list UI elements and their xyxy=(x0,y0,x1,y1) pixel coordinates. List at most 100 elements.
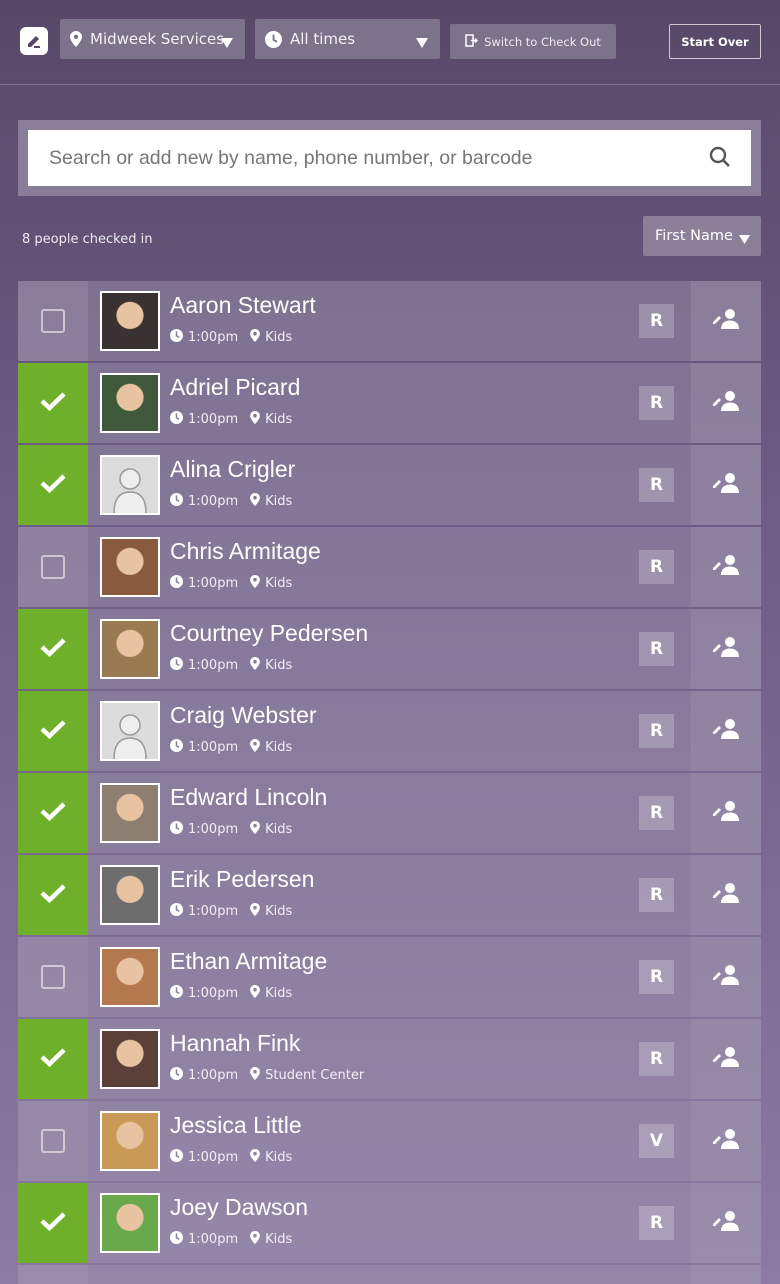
service-select[interactable]: Midweek Services xyxy=(60,19,245,59)
person-info[interactable]: Joey Dawson 1:00pm Kids R xyxy=(90,1183,689,1263)
person-meta: 1:00pm Kids xyxy=(170,575,292,592)
person-row[interactable]: Alina Crigler 1:00pm Kids R xyxy=(18,445,761,525)
check-in-checkbox[interactable] xyxy=(18,527,88,607)
person-info[interactable]: Erik Pedersen 1:00pm Kids R xyxy=(90,855,689,935)
person-info[interactable]: Chris Armitage 1:00pm Kids R xyxy=(90,527,689,607)
edit-person-icon xyxy=(712,472,740,498)
avatar xyxy=(100,701,160,761)
edit-person-button[interactable] xyxy=(691,1019,761,1099)
search-input[interactable] xyxy=(49,146,689,170)
check-in-checkbox[interactable] xyxy=(18,1183,88,1263)
check-in-checkbox[interactable] xyxy=(18,1265,88,1284)
person-row[interactable]: Adriel Picard 1:00pm Kids R xyxy=(18,363,761,443)
avatar xyxy=(100,1111,160,1171)
check-in-time: 1:00pm xyxy=(188,494,239,509)
check-in-checkbox[interactable] xyxy=(18,363,88,443)
edit-person-icon xyxy=(712,1128,740,1154)
person-info[interactable]: Ethan Armitage 1:00pm Kids R xyxy=(90,937,689,1017)
edit-person-button[interactable] xyxy=(691,527,761,607)
checked-in-count: 8 people checked in xyxy=(22,232,153,247)
person-row[interactable]: Hannah Fink 1:00pm Student Center R xyxy=(18,1019,761,1099)
check-in-checkbox[interactable] xyxy=(18,1101,88,1181)
check-in-checkbox[interactable] xyxy=(18,609,88,689)
check-in-checkbox[interactable] xyxy=(18,445,88,525)
location-pin-icon xyxy=(250,985,265,1002)
person-info[interactable]: Aaron Stewart 1:00pm Kids R xyxy=(90,281,689,361)
person-row[interactable]: Erik Pedersen 1:00pm Kids R xyxy=(18,855,761,935)
edit-person-button[interactable] xyxy=(691,691,761,771)
person-row[interactable]: Ethan Armitage 1:00pm Kids R xyxy=(18,937,761,1017)
check-in-time: 1:00pm xyxy=(188,576,239,591)
person-meta: 1:00pm Kids xyxy=(170,493,292,510)
edit-person-button[interactable] xyxy=(691,773,761,853)
clock-icon xyxy=(265,30,282,48)
times-select[interactable]: All times xyxy=(255,19,440,59)
person-info[interactable]: Courtney Pedersen 1:00pm Kids R xyxy=(90,609,689,689)
person-meta: 1:00pm Kids xyxy=(170,903,292,920)
sort-select[interactable]: First Name xyxy=(643,216,761,256)
checkmark-icon xyxy=(40,1211,66,1235)
check-in-checkbox[interactable] xyxy=(18,773,88,853)
app-logo-icon[interactable] xyxy=(20,27,48,55)
checkmark-icon xyxy=(40,1047,66,1071)
check-in-checkbox[interactable] xyxy=(18,1019,88,1099)
edit-person-button[interactable] xyxy=(691,281,761,361)
edit-person-button[interactable] xyxy=(691,363,761,443)
person-info[interactable] xyxy=(90,1265,689,1284)
check-in-checkbox[interactable] xyxy=(18,855,88,935)
person-meta: 1:00pm Kids xyxy=(170,657,292,674)
person-meta: 1:00pm Kids xyxy=(170,1149,292,1166)
location-pin-icon xyxy=(250,739,265,756)
check-in-time: 1:00pm xyxy=(188,658,239,673)
check-in-location: Kids xyxy=(265,904,293,919)
check-in-location: Kids xyxy=(265,658,293,673)
check-in-checkbox[interactable] xyxy=(18,691,88,771)
edit-person-button[interactable] xyxy=(691,937,761,1017)
avatar xyxy=(100,947,160,1007)
edit-person-button[interactable] xyxy=(691,445,761,525)
avatar xyxy=(100,537,160,597)
avatar xyxy=(100,373,160,433)
check-in-checkbox[interactable] xyxy=(18,281,88,361)
person-info[interactable]: Edward Lincoln 1:00pm Kids R xyxy=(90,773,689,853)
person-info[interactable]: Craig Webster 1:00pm Kids R xyxy=(90,691,689,771)
person-info[interactable]: Hannah Fink 1:00pm Student Center R xyxy=(90,1019,689,1099)
location-pin-icon xyxy=(250,1231,265,1248)
person-row[interactable]: Joey Dawson 1:00pm Kids R xyxy=(18,1183,761,1263)
person-row-partial[interactable] xyxy=(18,1265,761,1284)
edit-person-button[interactable] xyxy=(691,609,761,689)
check-in-checkbox[interactable] xyxy=(18,937,88,1017)
person-row[interactable]: Craig Webster 1:00pm Kids R xyxy=(18,691,761,771)
switch-to-check-out-button[interactable]: Switch to Check Out xyxy=(450,24,616,59)
empty-checkbox-icon xyxy=(41,965,65,989)
edit-person-icon xyxy=(712,882,740,908)
person-info[interactable]: Alina Crigler 1:00pm Kids R xyxy=(90,445,689,525)
search-icon[interactable] xyxy=(709,146,731,172)
caret-down-icon xyxy=(221,34,233,52)
person-name: Aaron Stewart xyxy=(170,292,316,318)
role-badge: R xyxy=(639,960,674,994)
edit-person-button[interactable] xyxy=(691,855,761,935)
person-name: Chris Armitage xyxy=(170,538,321,564)
empty-checkbox-icon xyxy=(41,1129,65,1153)
edit-person-button[interactable] xyxy=(691,1265,761,1284)
start-over-button[interactable]: Start Over xyxy=(669,24,761,59)
person-row[interactable]: Courtney Pedersen 1:00pm Kids R xyxy=(18,609,761,689)
edit-person-icon xyxy=(712,800,740,826)
person-info[interactable]: Adriel Picard 1:00pm Kids R xyxy=(90,363,689,443)
check-in-location: Student Center xyxy=(265,1068,365,1083)
check-in-location: Kids xyxy=(265,330,293,345)
check-in-time: 1:00pm xyxy=(188,412,239,427)
person-row[interactable]: Edward Lincoln 1:00pm Kids R xyxy=(18,773,761,853)
edit-person-button[interactable] xyxy=(691,1101,761,1181)
clock-icon xyxy=(170,821,188,838)
person-name: Joey Dawson xyxy=(170,1194,309,1220)
person-info[interactable]: Jessica Little 1:00pm Kids V xyxy=(90,1101,689,1181)
edit-person-button[interactable] xyxy=(691,1183,761,1263)
search-box xyxy=(28,130,751,186)
person-row[interactable]: Aaron Stewart 1:00pm Kids R xyxy=(18,281,761,361)
role-badge: R xyxy=(639,550,674,584)
search-panel xyxy=(18,120,761,196)
person-row[interactable]: Chris Armitage 1:00pm Kids R xyxy=(18,527,761,607)
person-row[interactable]: Jessica Little 1:00pm Kids V xyxy=(18,1101,761,1181)
